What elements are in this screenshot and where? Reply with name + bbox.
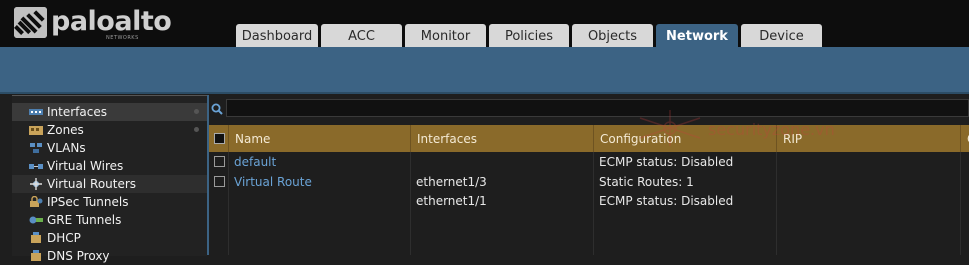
interfaces-icon: [29, 109, 43, 115]
column-header-name[interactable]: Name: [228, 125, 411, 152]
vlans-icon: [30, 143, 42, 153]
sidebar-item-label: DNS Proxy: [47, 249, 110, 263]
brand-subtitle: NETWORKS: [106, 35, 139, 41]
sidebar-item-dhcp[interactable]: DHCP: [12, 229, 207, 247]
zones-icon: [29, 126, 43, 135]
sidebar-item-label: IPSec Tunnels: [47, 195, 129, 209]
sub-toolbar: [0, 47, 969, 92]
sidebar-item-label: Virtual Routers: [47, 177, 137, 191]
sidebar-item-zones[interactable]: Zones: [12, 121, 207, 139]
router-name-cell: [228, 191, 234, 211]
gre-tunnels-icon: [29, 216, 43, 224]
watermark-logo-icon: [639, 110, 701, 146]
sidebar-item-label: VLANs: [47, 141, 86, 155]
sidebar-item-label: Interfaces: [47, 105, 107, 119]
tab-monitor[interactable]: Monitor: [405, 24, 486, 47]
table-row[interactable]: default ECMP status: Disabled: [209, 152, 969, 172]
column-header-partial[interactable]: C: [960, 125, 969, 152]
interfaces-cell: ethernet1/3: [416, 175, 487, 189]
sidebar-item-marker: [194, 109, 199, 114]
sidebar-item-label: Zones: [47, 123, 84, 137]
tab-policies[interactable]: Policies: [489, 24, 569, 47]
dns-proxy-icon: [31, 250, 41, 261]
virtual-routers-icon: [30, 178, 42, 190]
row-checkbox[interactable]: [214, 176, 225, 187]
sidebar-item-label: Virtual Wires: [47, 159, 124, 173]
tab-network[interactable]: Network: [656, 24, 738, 47]
router-name-link[interactable]: Virtual Route: [228, 172, 312, 192]
sidebar-item-dns-proxy[interactable]: DNS Proxy: [12, 247, 207, 265]
sidebar-item-gre-tunnels[interactable]: GRE Tunnels: [12, 211, 207, 229]
virtual-wires-icon: [29, 164, 43, 169]
configuration-cell: Static Routes: 1: [599, 175, 694, 189]
watermark: securityzone.vn: [630, 108, 870, 148]
column-header-interfaces[interactable]: Interfaces: [410, 125, 594, 152]
row-checkbox[interactable]: [214, 156, 225, 167]
top-header: paloalto NETWORKS Dashboard ACC Monitor …: [0, 0, 969, 47]
table-row[interactable]: Virtual Route ethernet1/3 Static Routes:…: [209, 172, 969, 192]
interfaces-cell: [410, 152, 416, 172]
sidebar-item-virtual-routers[interactable]: Virtual Routers: [12, 175, 207, 193]
sidebar-item-vlans[interactable]: VLANs: [12, 139, 207, 157]
router-name-link[interactable]: default: [228, 152, 276, 172]
table-row-continuation: ethernet1/1 ECMP status: Disabled: [209, 191, 969, 211]
watermark-text: securityzone.vn: [708, 120, 835, 139]
brand-logo: paloalto NETWORKS: [14, 5, 172, 43]
configuration-cell: ECMP status: Disabled: [599, 155, 734, 169]
sidebar-item-marker: [194, 127, 199, 132]
sidebar-item-interfaces[interactable]: Interfaces: [12, 103, 207, 121]
search-icon[interactable]: [211, 103, 223, 115]
brand-name: paloalto: [51, 6, 172, 37]
sidebar-item-label: GRE Tunnels: [47, 213, 122, 227]
sidebar-item-ipsec-tunnels[interactable]: IPSec Tunnels: [12, 193, 207, 211]
dhcp-icon: [31, 232, 41, 243]
toolbar-divider: [0, 92, 969, 94]
sidebar-item-virtual-wires[interactable]: Virtual Wires: [12, 157, 207, 175]
tab-dashboard[interactable]: Dashboard: [236, 24, 318, 47]
sidebar: Interfaces Zones VLANs Virtual Wires Vir…: [12, 95, 207, 263]
configuration-cell: ECMP status: Disabled: [599, 194, 734, 208]
tab-objects[interactable]: Objects: [572, 24, 653, 47]
tab-device[interactable]: Device: [741, 24, 822, 47]
sidebar-item-label: DHCP: [47, 231, 81, 245]
logo-mark-icon: [14, 7, 47, 38]
interfaces-cell: ethernet1/1: [416, 194, 487, 208]
tab-acc[interactable]: ACC: [321, 24, 402, 47]
ipsec-tunnels-icon: [30, 196, 43, 207]
select-all-checkbox[interactable]: [214, 133, 225, 144]
